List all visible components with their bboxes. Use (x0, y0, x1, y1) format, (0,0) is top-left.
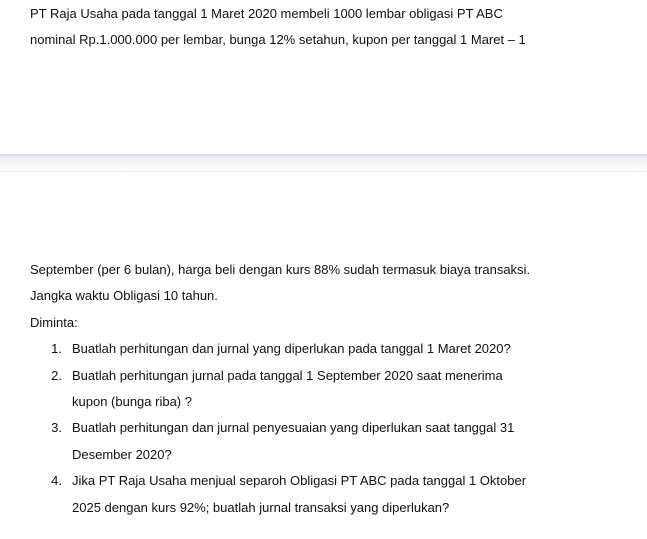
page-break (0, 154, 647, 172)
diminta-heading: Diminta: (30, 315, 78, 330)
list-item-line: 2025 dengan kurs 92%; buatlah jurnal tra… (72, 500, 450, 515)
list-number: 4. (51, 473, 62, 488)
list-item-line: kupon (bunga riba) ? (72, 394, 192, 409)
page-edge (0, 171, 647, 172)
list-item-line: Jika PT Raja Usaha menjual separoh Oblig… (72, 473, 527, 488)
list-item-line: Buatlah perhitungan dan jurnal yang dipe… (72, 341, 511, 356)
list-number: 3. (51, 420, 62, 435)
paragraph-line: PT Raja Usaha pada tanggal 1 Maret 2020 … (30, 6, 503, 21)
list-item-line: Desember 2020? (72, 447, 172, 462)
list-number: 2. (51, 368, 62, 383)
document-view: PT Raja Usaha pada tanggal 1 Maret 2020 … (0, 0, 647, 539)
paragraph-line: Jangka waktu Obligasi 10 tahun. (30, 288, 218, 303)
paragraph-line: nominal Rp.1.000.000 per lembar, bunga 1… (30, 32, 526, 47)
list-number: 1. (51, 341, 62, 356)
list-item-line: Buatlah perhitungan dan jurnal penyesuai… (72, 420, 515, 435)
list-item-line: Buatlah perhitungan jurnal pada tanggal … (72, 368, 503, 383)
paragraph-line: September (per 6 bulan), harga beli deng… (30, 262, 531, 277)
